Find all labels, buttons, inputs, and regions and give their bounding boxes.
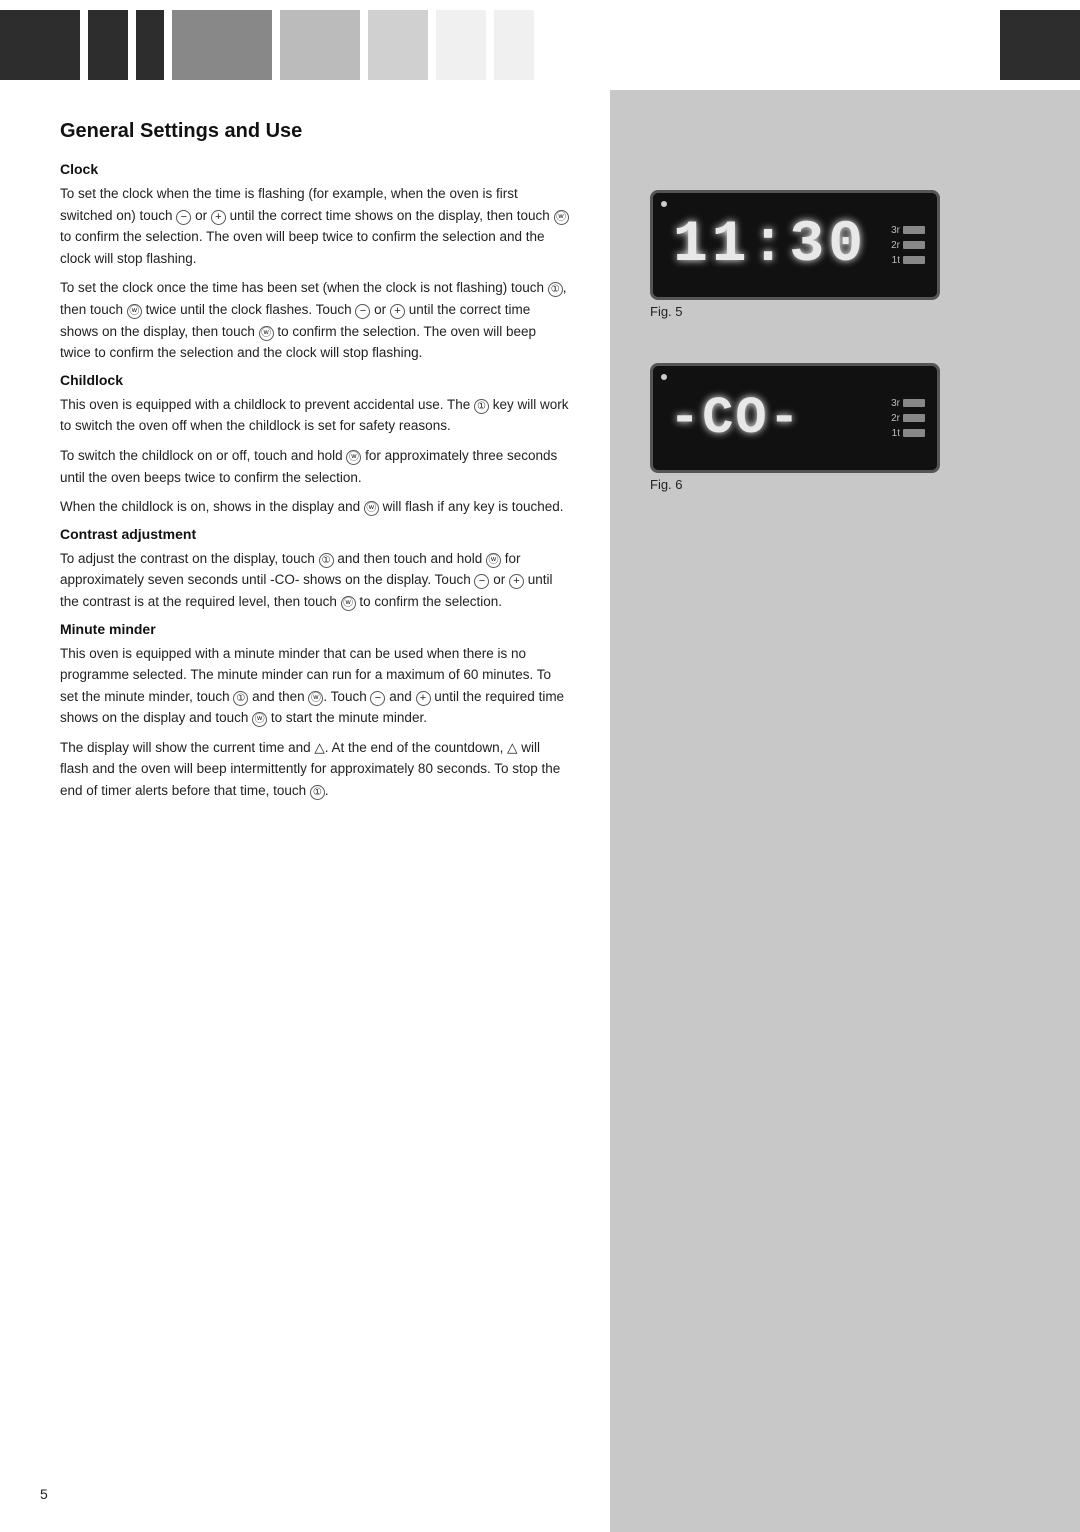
main-container: General Settings and Use Clock To set th… bbox=[0, 90, 1080, 1532]
header-sq-8 bbox=[494, 10, 534, 80]
f6-sidebar-row-2r: 2r bbox=[891, 413, 925, 424]
page-number: 5 bbox=[40, 1486, 48, 1502]
childlock-para1: This oven is equipped with a childlock t… bbox=[60, 394, 570, 437]
side-rect-2r bbox=[903, 241, 925, 249]
f6-sidebar-row-3r: 3r bbox=[891, 398, 925, 409]
sidebar-row-2r: 2r bbox=[891, 240, 925, 251]
f6-side-rect-1t bbox=[903, 429, 925, 437]
header-sq-4 bbox=[172, 10, 272, 80]
figure-6-container: -CO- 3r 2r 1t Fig. bbox=[650, 363, 960, 516]
figure-6-label: Fig. 6 bbox=[650, 477, 960, 492]
f6-side-rect-3r bbox=[903, 399, 925, 407]
section-contrast: Contrast adjustment To adjust the contra… bbox=[60, 526, 570, 613]
figure-5-display: 11:30 bbox=[665, 213, 891, 278]
bar-label-2r: 2r bbox=[891, 240, 900, 251]
figure-5-sidebars: 3r 2r 1t bbox=[891, 225, 925, 266]
dot-indicator-5 bbox=[661, 201, 667, 207]
header-sq-7 bbox=[436, 10, 486, 80]
figure-5-text: 11:30 bbox=[673, 213, 867, 278]
header-sq-6 bbox=[368, 10, 428, 80]
header-sq-3 bbox=[136, 10, 164, 80]
f6-bar-label-1t: 1t bbox=[892, 428, 900, 439]
figure-6-display: -CO- bbox=[665, 389, 891, 448]
figure-5-label: Fig. 5 bbox=[650, 304, 960, 319]
dot-indicator-6 bbox=[661, 374, 667, 380]
f6-bar-label-3r: 3r bbox=[891, 398, 900, 409]
childlock-heading: Childlock bbox=[60, 372, 570, 388]
figure-6-text: -CO- bbox=[669, 389, 802, 448]
section-childlock: Childlock This oven is equipped with a c… bbox=[60, 372, 570, 518]
header-sq-1 bbox=[0, 10, 80, 80]
bar-label-1t: 1t bbox=[892, 255, 900, 266]
clock-para2: To set the clock once the time has been … bbox=[60, 277, 570, 363]
contrast-para1: To adjust the contrast on the display, t… bbox=[60, 548, 570, 613]
clock-para1: To set the clock when the time is flashi… bbox=[60, 183, 570, 269]
section-clock: Clock To set the clock when the time is … bbox=[60, 161, 570, 364]
f6-side-rect-2r bbox=[903, 414, 925, 422]
figure-6-display-box: -CO- 3r 2r 1t bbox=[650, 363, 940, 473]
bar-label-3r: 3r bbox=[891, 225, 900, 236]
f6-bar-label-2r: 2r bbox=[891, 413, 900, 424]
contrast-heading: Contrast adjustment bbox=[60, 526, 570, 542]
f6-sidebar-row-1t: 1t bbox=[892, 428, 925, 439]
header-sq-9 bbox=[1000, 10, 1080, 80]
minute-minder-para1: This oven is equipped with a minute mind… bbox=[60, 643, 570, 729]
minute-minder-para2: The display will show the current time a… bbox=[60, 737, 570, 802]
header-squares bbox=[0, 10, 1080, 80]
section-minute-minder: Minute minder This oven is equipped with… bbox=[60, 621, 570, 802]
childlock-para2: To switch the childlock on or off, touch… bbox=[60, 445, 570, 488]
childlock-para3: When the childlock is on, shows in the d… bbox=[60, 496, 570, 518]
header-bar bbox=[0, 0, 1080, 90]
content-area: General Settings and Use Clock To set th… bbox=[0, 90, 610, 1532]
side-rect-1t bbox=[903, 256, 925, 264]
figure-6-sidebars: 3r 2r 1t bbox=[891, 398, 925, 439]
right-sidebar: 11:30 3r 2r 1t Fig. bbox=[610, 90, 1080, 1532]
header-sq-2 bbox=[88, 10, 128, 80]
page-title: General Settings and Use bbox=[60, 120, 570, 143]
clock-heading: Clock bbox=[60, 161, 570, 177]
figure-5-display-box: 11:30 3r 2r 1t bbox=[650, 190, 940, 300]
header-sq-5 bbox=[280, 10, 360, 80]
figure-5-container: 11:30 3r 2r 1t Fig. bbox=[650, 190, 960, 343]
minute-minder-heading: Minute minder bbox=[60, 621, 570, 637]
side-rect-3r bbox=[903, 226, 925, 234]
sidebar-row-1t: 1t bbox=[892, 255, 925, 266]
sidebar-row-3r: 3r bbox=[891, 225, 925, 236]
